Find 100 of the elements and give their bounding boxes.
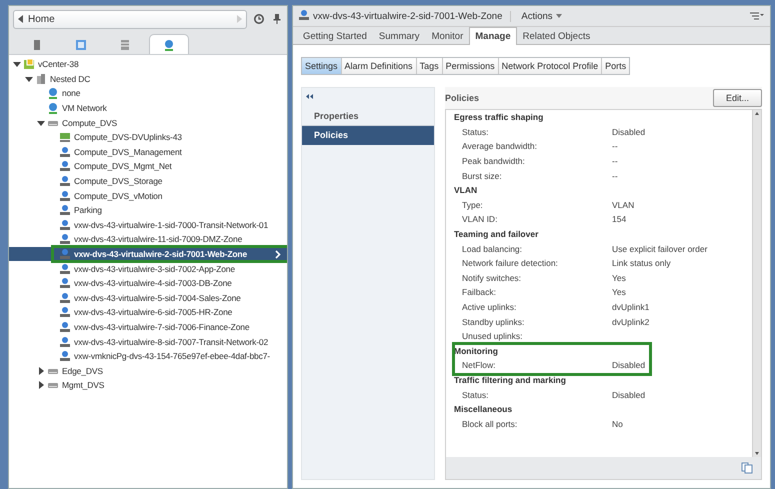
expand-triangle-icon[interactable] — [37, 366, 45, 375]
window-icon — [75, 38, 87, 50]
property-label: Peak bandwidth: — [462, 156, 526, 166]
globe-icon — [163, 38, 175, 50]
property-label: Average bandwidth: — [462, 141, 538, 152]
network-icon — [59, 248, 71, 260]
actions-menu[interactable]: Actions — [517, 10, 566, 22]
settings-nav-item[interactable]: Policies — [302, 126, 434, 145]
section-heading: Teaming and failover — [454, 228, 540, 241]
collapse-icon[interactable] — [306, 94, 313, 99]
property-value: Disabled — [612, 126, 646, 137]
network-icon — [59, 233, 71, 246]
tree-item[interactable]: VM Network — [9, 100, 287, 116]
tree-item[interactable]: vxw-dvs-43-virtualwire-2-sid-7001-Web-Zone — [9, 246, 287, 262]
tab[interactable]: Summary — [372, 27, 426, 45]
tree-item[interactable]: vxw-vmknicPg-dvs-43-154-765e97ef-ebee-4daf-bbc7- — [9, 348, 287, 364]
property-label: Standby uplinks: — [462, 316, 526, 327]
edit-button[interactable]: Edit... — [712, 89, 762, 107]
tree-item[interactable]: vxw-dvs-43-virtualwire-5-sid-7004-Sales-Zone — [9, 290, 287, 306]
tree-item[interactable]: vxw-dvs-43-virtualwire-6-sid-7005-HR-Zone — [9, 305, 287, 320]
tree-item[interactable]: Compute_DVS_vMotion — [9, 188, 287, 203]
sub-tab[interactable]: Settings — [302, 58, 341, 74]
tab[interactable]: Related Objects — [516, 27, 596, 45]
tree-item[interactable]: Mgmt_DVS — [9, 378, 287, 393]
sub-tab[interactable]: Alarm Definitions — [340, 58, 416, 74]
tree-item[interactable]: vCenter-38 — [9, 57, 287, 72]
uplink-icon — [59, 131, 71, 144]
sub-tab[interactable]: Network Protocol Profile — [498, 58, 602, 74]
tree-item[interactable]: none — [9, 86, 287, 101]
history-icon — [253, 13, 265, 25]
tree-item[interactable]: Compute_DVS_Storage — [9, 174, 287, 188]
collapse-triangle-icon[interactable] — [37, 118, 45, 127]
network-icon — [59, 320, 71, 333]
collapse-triangle-icon[interactable] — [13, 60, 21, 68]
building-icon — [35, 72, 47, 85]
property-value: Disabled — [612, 390, 646, 400]
sub-tab[interactable]: Permissions — [442, 58, 498, 74]
network-icon — [59, 277, 71, 290]
tree-item[interactable]: Edge_DVS — [9, 363, 287, 378]
tree-item[interactable]: vxw-dvs-43-virtualwire-1-sid-7000-Transit-Network-01 — [9, 218, 287, 232]
home-breadcrumb-field[interactable]: Home — [13, 10, 247, 28]
property-value: Disabled — [612, 360, 646, 370]
tree-item[interactable]: Parking — [9, 202, 287, 218]
forward-arrow-icon — [237, 15, 242, 23]
property-value: dvUplink2 — [612, 316, 650, 327]
property-label: NetFlow: — [462, 360, 497, 370]
property-value: 154 — [612, 214, 628, 224]
network-icon — [59, 336, 71, 348]
property-label: Failback: — [462, 287, 498, 298]
property-label: Block all ports: — [462, 418, 518, 429]
tree-item[interactable]: Compute_DVS — [9, 115, 287, 130]
tree-item[interactable]: vxw-dvs-43-virtualwire-8-sid-7007-Transit-Network-02 — [9, 334, 287, 349]
tab[interactable]: Monitor — [426, 27, 470, 45]
property-value: Use explicit failover order — [612, 244, 708, 254]
property-label: Status: — [462, 126, 490, 137]
sub-tab[interactable]: Tags — [416, 58, 442, 74]
network-icon — [59, 350, 71, 362]
panel-title: Policies — [445, 93, 480, 103]
network-icon — [59, 160, 71, 172]
property-label: Type: — [462, 200, 484, 210]
network-icon — [59, 190, 71, 202]
property-label: Network failure detection: — [462, 258, 559, 268]
scrollbar[interactable] — [752, 110, 761, 457]
property-value: -- — [612, 141, 619, 152]
property-value: No — [612, 418, 624, 429]
tree-item[interactable]: vxw-dvs-43-virtualwire-11-sid-7009-DMZ-Zone — [9, 232, 287, 247]
property-label: VLAN ID: — [462, 214, 498, 224]
globe-icon — [47, 87, 59, 100]
object-title: vxw-dvs-43-virtualwire-2-sid-7001-Web-Zone — [310, 10, 512, 22]
section-heading: VLAN — [454, 184, 478, 197]
tab[interactable]: Manage — [469, 27, 517, 45]
network-icon — [59, 262, 71, 275]
section-heading: Miscellaneous — [454, 402, 514, 416]
property-label: Notify switches: — [462, 272, 522, 283]
pin-icon — [271, 13, 283, 25]
copy-icon — [741, 462, 753, 474]
tree-item[interactable]: Compute_DVS-DVUplinks-43 — [9, 130, 287, 145]
network-icon — [59, 306, 71, 318]
tree-item[interactable]: vxw-dvs-43-virtualwire-7-sid-7006-Finance-Zone — [9, 320, 287, 334]
expand-triangle-icon[interactable] — [37, 381, 45, 390]
back-arrow-icon — [18, 15, 23, 23]
tree-item[interactable]: vxw-dvs-43-virtualwire-3-sid-7002-App-Zone — [9, 261, 287, 276]
section-heading: Traffic filtering and marking — [454, 374, 567, 387]
tab[interactable]: Getting Started — [297, 27, 373, 45]
tree-item[interactable]: Compute_DVS_Mgmt_Net — [9, 159, 287, 174]
property-value: Yes — [612, 287, 627, 298]
menu-icon[interactable] — [750, 12, 764, 20]
property-value: Link status only — [612, 258, 672, 268]
network-icon — [59, 204, 71, 216]
property-value: -- — [612, 170, 619, 181]
property-value: Yes — [612, 272, 627, 283]
tree-item[interactable]: Nested DC — [9, 72, 287, 86]
property-label: Load balancing: — [462, 244, 524, 254]
sub-tab[interactable]: Ports — [601, 58, 630, 74]
tree-item[interactable]: Compute_DVS_Management — [9, 144, 287, 160]
globe-icon — [47, 102, 59, 114]
network-icon — [59, 292, 71, 304]
tree-item[interactable]: vxw-dvs-43-virtualwire-4-sid-7003-DB-Zone — [9, 276, 287, 290]
collapse-triangle-icon[interactable] — [25, 74, 33, 83]
navigator-tab[interactable] — [149, 34, 189, 54]
